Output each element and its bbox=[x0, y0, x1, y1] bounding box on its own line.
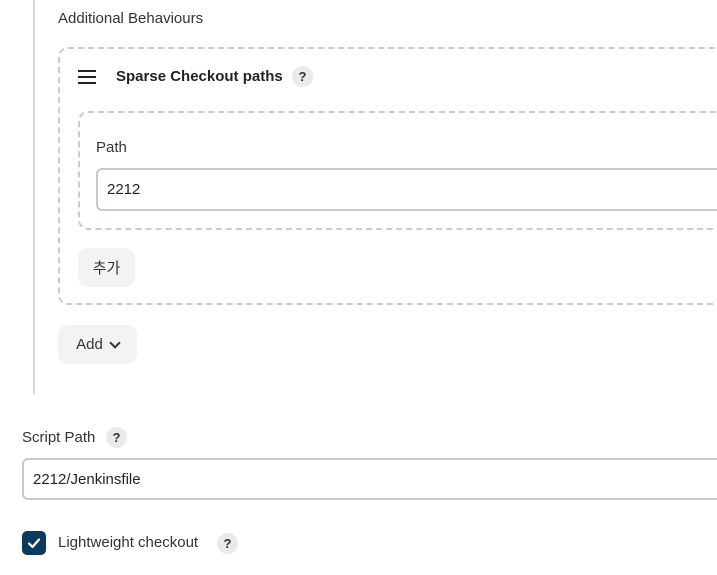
add-path-button[interactable]: 추가 bbox=[78, 248, 135, 287]
lightweight-checkout-label[interactable]: Lightweight checkout bbox=[58, 534, 198, 551]
add-behaviour-button[interactable]: Add bbox=[58, 325, 137, 364]
chevron-down-icon bbox=[109, 336, 121, 349]
additional-behaviours-label: Additional Behaviours bbox=[58, 10, 204, 27]
add-path-label: 추가 bbox=[92, 260, 121, 277]
lightweight-checkout-help-icon[interactable]: ? bbox=[217, 533, 238, 554]
add-behaviour-label: Add bbox=[76, 336, 103, 353]
section-divider bbox=[33, 0, 35, 394]
checkmark-icon bbox=[27, 538, 41, 549]
path-label: Path bbox=[96, 139, 127, 156]
drag-handle-icon[interactable] bbox=[78, 70, 96, 84]
sparse-checkout-title: Sparse Checkout paths bbox=[116, 68, 283, 85]
lightweight-checkout-checkbox[interactable] bbox=[22, 531, 46, 555]
script-path-help-icon[interactable]: ? bbox=[106, 427, 127, 448]
pipeline-config-page: Additional Behaviours Sparse Checkout pa… bbox=[0, 0, 717, 575]
script-path-input[interactable] bbox=[22, 458, 717, 500]
sparse-checkout-help-icon[interactable]: ? bbox=[292, 66, 313, 87]
path-input[interactable] bbox=[96, 168, 717, 211]
script-path-label: Script Path bbox=[22, 429, 96, 446]
